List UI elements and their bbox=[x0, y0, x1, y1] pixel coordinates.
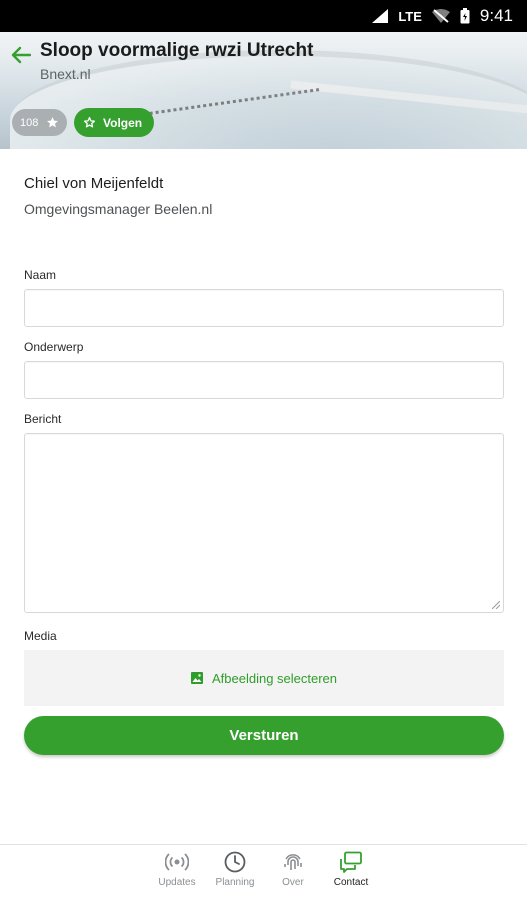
message-label: Bericht bbox=[24, 412, 62, 426]
subject-label: Onderwerp bbox=[24, 340, 84, 354]
name-field[interactable] bbox=[24, 289, 504, 327]
star-outline-icon bbox=[83, 116, 96, 128]
select-image-label: Afbeelding selecteren bbox=[211, 670, 338, 686]
follow-button[interactable]: Volgen bbox=[74, 108, 155, 137]
nav-label-planning: Planning bbox=[215, 877, 255, 888]
clock-icon bbox=[224, 851, 246, 873]
follow-label: Volgen bbox=[103, 115, 143, 130]
nav-item-planning[interactable]: Planning bbox=[205, 851, 265, 888]
status-bar: LTE 9:41 bbox=[0, 0, 527, 32]
back-button[interactable] bbox=[8, 42, 34, 68]
broadcast-icon bbox=[165, 853, 189, 871]
select-image-button[interactable]: Afbeelding selecteren bbox=[24, 650, 504, 706]
battery-icon bbox=[460, 8, 470, 24]
fingerprint-icon bbox=[284, 854, 302, 870]
nav-item-contact[interactable]: Contact bbox=[321, 851, 381, 888]
nav-item-updates[interactable]: Updates bbox=[147, 851, 207, 888]
network-type: LTE bbox=[398, 8, 422, 24]
contact-name: Chiel von Meijenfeldt bbox=[24, 175, 164, 192]
subject-field[interactable] bbox=[24, 361, 504, 399]
image-icon bbox=[190, 672, 203, 684]
nav-label-contact: Contact bbox=[333, 877, 369, 888]
clock-time: 9:41 bbox=[479, 6, 513, 25]
media-label: Media bbox=[24, 629, 57, 643]
signal-icon bbox=[372, 9, 389, 23]
contact-role: Omgevingsmanager Beelen.nl bbox=[24, 201, 213, 217]
page-title: Sloop voormalige rwzi Utrecht bbox=[40, 40, 314, 61]
resize-handle-icon bbox=[492, 601, 500, 609]
arrow-left-icon bbox=[11, 46, 31, 64]
contact-icon bbox=[340, 851, 362, 873]
message-field[interactable] bbox=[24, 433, 504, 613]
bottom-navigation: Updates Planning Over Contact bbox=[0, 844, 527, 900]
submit-button[interactable]: Versturen bbox=[24, 716, 504, 755]
follower-count-badge: 108 bbox=[12, 109, 68, 136]
star-icon bbox=[47, 117, 59, 128]
nav-label-over: Over bbox=[282, 877, 304, 888]
nav-label-updates: Updates bbox=[158, 877, 196, 888]
wifi-off-icon bbox=[431, 9, 450, 23]
submit-label: Versturen bbox=[229, 727, 299, 744]
name-label: Naam bbox=[24, 268, 57, 282]
page-subtitle: Bnext.nl bbox=[40, 66, 91, 82]
nav-item-over[interactable]: Over bbox=[263, 851, 323, 888]
follower-count: 108 bbox=[20, 116, 39, 129]
